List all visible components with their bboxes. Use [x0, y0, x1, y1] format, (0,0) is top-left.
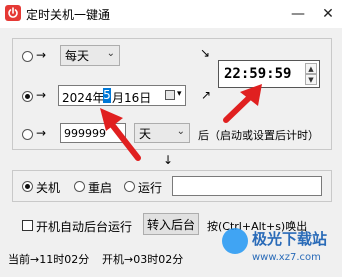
- red-arrow-to-date: [100, 108, 141, 161]
- annotation-arrows: [100, 84, 262, 161]
- red-arrow-to-time: [223, 84, 262, 123]
